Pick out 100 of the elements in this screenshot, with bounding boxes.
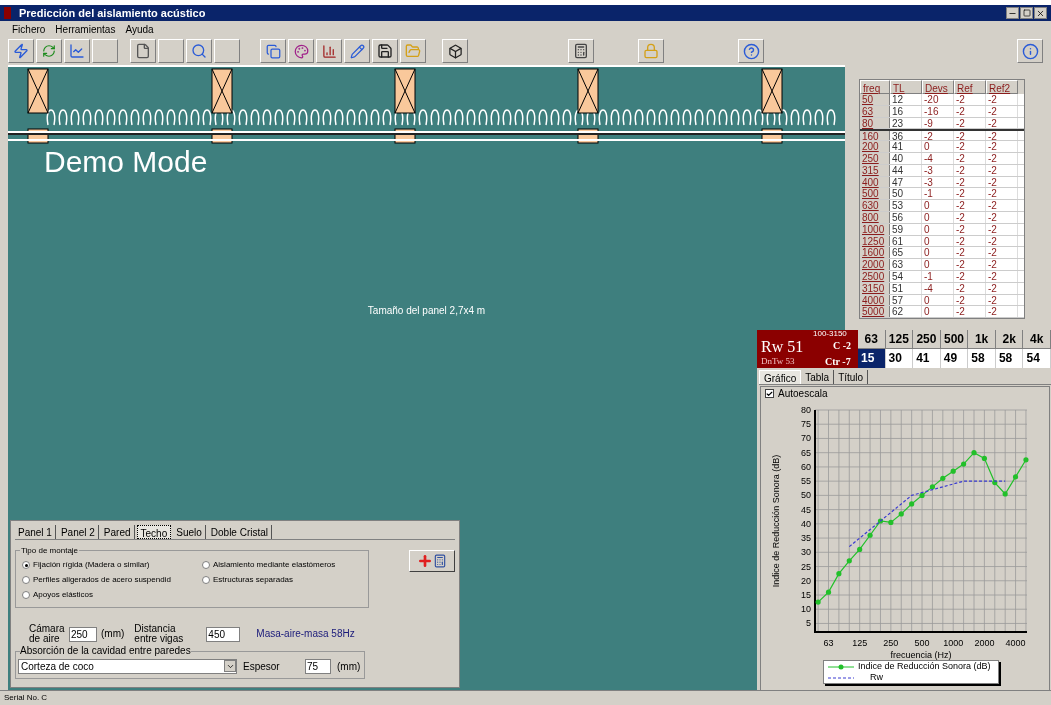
table-cell: -2 <box>986 294 1018 306</box>
bar-chart-icon[interactable] <box>316 39 342 63</box>
data-point <box>919 492 925 498</box>
table-cell: -2 <box>986 164 1018 176</box>
table-cell[interactable]: 15 <box>858 349 886 368</box>
table-cell: 0 <box>922 259 954 270</box>
air-gap-field[interactable]: 250 <box>69 626 97 642</box>
close-button[interactable] <box>1034 7 1047 19</box>
column-header[interactable]: Ref <box>954 80 986 94</box>
field-label: Distancia entre vigas <box>134 624 185 644</box>
toolbar-button[interactable] <box>214 39 240 63</box>
column-header[interactable]: Ref2 <box>986 80 1018 94</box>
table-cell: 41 <box>890 141 922 152</box>
tab[interactable]: Pared <box>100 525 135 539</box>
menu-item[interactable]: Ayuda <box>125 21 154 37</box>
y-tick-label: 10 <box>801 604 811 615</box>
lock-icon[interactable] <box>638 39 664 63</box>
table-cell: 0 <box>922 200 954 211</box>
toolbar-button[interactable] <box>158 39 184 63</box>
tab[interactable]: Suelo <box>173 525 206 539</box>
x-tick-label: 125 <box>852 638 868 648</box>
minimize-button[interactable] <box>1006 7 1019 19</box>
search-icon[interactable] <box>186 39 212 63</box>
radio-option[interactable]: Fijación rígida (Madera o similar) <box>22 559 202 571</box>
lightning-icon[interactable] <box>8 39 34 63</box>
row-header: 800 <box>860 211 890 223</box>
tab[interactable]: Panel 1 <box>15 525 56 539</box>
palette-icon[interactable] <box>288 39 314 63</box>
tab[interactable]: Doble Cristal <box>207 525 273 539</box>
row-header: 50 <box>860 94 890 105</box>
table-cell: 63 <box>890 259 922 270</box>
copy-icon[interactable] <box>260 39 286 63</box>
menu-item[interactable]: Herramientas <box>55 21 116 37</box>
radio-option[interactable]: Estructuras separadas <box>202 574 372 586</box>
tab[interactable]: Tabla <box>801 370 835 384</box>
column-header[interactable]: Devs <box>922 80 954 94</box>
x-tick-label: 63 <box>823 638 834 648</box>
data-point <box>888 519 894 525</box>
table-cell: -4 <box>922 153 954 164</box>
table-cell: -2 <box>954 306 986 318</box>
thickness-field[interactable]: 75 <box>305 658 331 674</box>
table-cell: -2 <box>986 200 1018 211</box>
table-cell: -2 <box>986 223 1018 235</box>
table-cell: -2 <box>986 117 1018 129</box>
table-cell: -2 <box>986 282 1018 294</box>
data-point <box>867 532 873 538</box>
row-header: 250 <box>860 153 890 164</box>
pencil-icon[interactable] <box>344 39 370 63</box>
table-cell: -2 <box>954 188 986 200</box>
radio-option[interactable]: Perfiles aligerados de acero suspendid <box>22 574 202 586</box>
autoscale-checkbox[interactable]: Autoescala <box>765 387 828 400</box>
table-cell: -2 <box>954 131 986 141</box>
document-icon[interactable] <box>130 39 156 63</box>
x-tick-label: 250 <box>883 638 899 648</box>
chart-icon[interactable] <box>64 39 90 63</box>
folder-icon[interactable] <box>400 39 426 63</box>
x-axis-title: frecuencia (Hz) <box>890 650 952 660</box>
table-cell: 53 <box>890 200 922 211</box>
add-calculate-button[interactable] <box>409 550 455 572</box>
demo-mode-text: Demo Mode <box>44 147 208 177</box>
x-tick-label: 500 <box>914 638 930 648</box>
tab[interactable]: Techo <box>136 525 172 539</box>
row-header: 2000 <box>860 259 890 270</box>
tab[interactable]: Gráfico <box>759 370 802 384</box>
table-cell: -2 <box>986 131 1018 141</box>
range-label: 100-3150 <box>813 330 847 338</box>
column-header[interactable]: TL <box>890 80 922 94</box>
plus-icon <box>417 553 433 569</box>
table-cell: -16 <box>922 105 954 117</box>
radio-option[interactable]: Aislamiento mediante elastómeros <box>202 559 372 571</box>
radio-option[interactable]: Apoyos elásticos <box>22 589 202 601</box>
y-tick-label: 50 <box>801 490 811 501</box>
x-tick-label: 1000 <box>943 638 964 648</box>
toolbar-button[interactable] <box>92 39 118 63</box>
table-cell: 36 <box>890 131 922 141</box>
info-icon[interactable] <box>1017 39 1043 63</box>
joist-spacing-field[interactable]: 450 <box>206 626 241 642</box>
table-cell: -2 <box>986 188 1018 200</box>
table-cell: -2 <box>954 282 986 294</box>
data-point <box>909 501 915 507</box>
row-header: 4000 <box>860 294 890 306</box>
cube-icon[interactable] <box>442 39 468 63</box>
table-cell: -2 <box>954 294 986 306</box>
x-tick-label: 2000 <box>974 638 995 648</box>
data-point <box>981 455 987 461</box>
table-cell: 40 <box>890 153 922 164</box>
material-select[interactable]: Corteza de coco <box>18 658 237 674</box>
table-cell: 0 <box>922 306 954 318</box>
table-cell: -2 <box>986 270 1018 282</box>
help-icon[interactable] <box>738 39 764 63</box>
calculator-icon[interactable] <box>568 39 594 63</box>
table-cell: 61 <box>890 235 922 247</box>
save-icon[interactable] <box>372 39 398 63</box>
refresh-icon[interactable] <box>36 39 62 63</box>
y-tick-label: 75 <box>801 419 811 430</box>
table-cell: -2 <box>954 141 986 152</box>
table-cell: 12 <box>890 94 922 105</box>
menu-item[interactable]: Fichero <box>12 21 46 37</box>
tab[interactable]: Título <box>834 370 869 384</box>
tab[interactable]: Panel 2 <box>57 525 99 539</box>
